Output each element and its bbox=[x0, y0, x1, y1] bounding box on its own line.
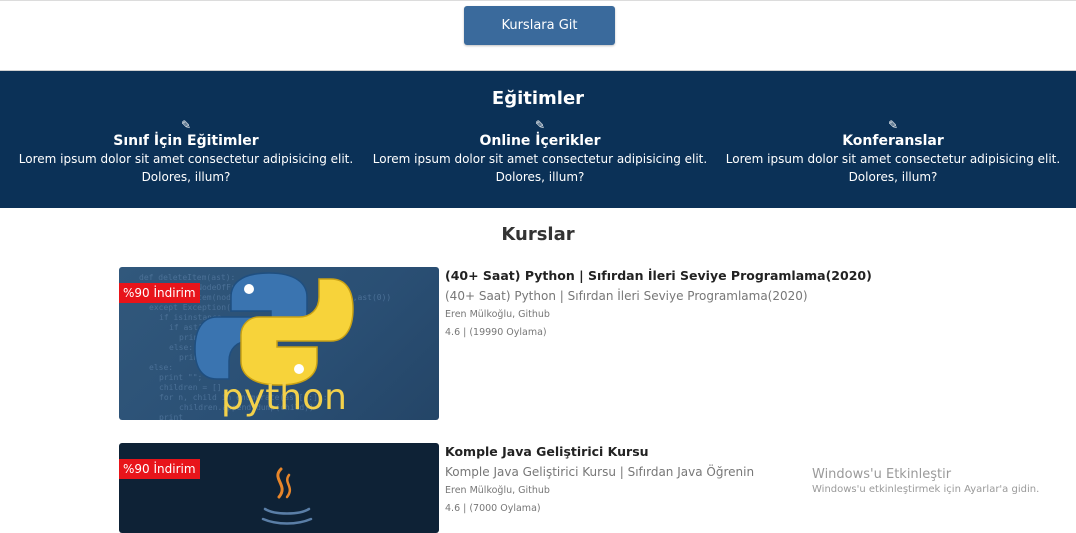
education-section: Eğitimler ✎ Sınıf İçin Eğitimler Lorem i… bbox=[0, 71, 1076, 208]
education-item-classroom: ✎ Sınıf İçin Eğitimler Lorem ipsum dolor… bbox=[16, 117, 356, 186]
pencil-icon: ✎ bbox=[534, 118, 546, 132]
pencil-icon: ✎ bbox=[887, 118, 899, 132]
education-item-title: Online İçerikler bbox=[479, 133, 601, 149]
course-author: Eren Mülkoğlu, Github bbox=[445, 309, 550, 320]
course-title[interactable]: Komple Java Geliştirici Kursu bbox=[445, 443, 885, 460]
course-subtitle: (40+ Saat) Python | Sıfırdan İleri Seviy… bbox=[445, 289, 808, 303]
top-bar: Kurslara Git bbox=[0, 0, 1076, 71]
course-card-python[interactable]: def deleteItem(ast): node = getNodeOfFra… bbox=[119, 267, 879, 420]
education-item-desc: Lorem ipsum dolor sit amet consectetur a… bbox=[725, 152, 1061, 166]
education-item-desc: Dolores, illum? bbox=[141, 170, 231, 184]
windows-activation-watermark: Windows'u Etkinleştir Windows'u etkinleş… bbox=[812, 466, 1039, 497]
course-info: (40+ Saat) Python | Sıfırdan İleri Seviy… bbox=[445, 267, 885, 341]
education-item-title: Konferanslar bbox=[842, 133, 944, 149]
education-item-desc: Lorem ipsum dolor sit amet consectetur a… bbox=[18, 152, 354, 166]
pencil-icon: ✎ bbox=[180, 118, 192, 132]
course-title[interactable]: (40+ Saat) Python | Sıfırdan İleri Seviy… bbox=[445, 267, 885, 284]
education-item-online: ✎ Online İçerikler Lorem ipsum dolor sit… bbox=[370, 117, 710, 186]
education-item-title: Sınıf İçin Eğitimler bbox=[113, 133, 259, 149]
course-rating: 4.6 | (19990 Oylama) bbox=[445, 327, 547, 338]
education-item-desc: Lorem ipsum dolor sit amet consectetur a… bbox=[372, 152, 708, 166]
watermark-subtitle: Windows'u etkinleştirmek için Ayarlar'a … bbox=[812, 484, 1040, 495]
education-item-conferences: ✎ Konferanslar Lorem ipsum dolor sit ame… bbox=[723, 117, 1063, 186]
python-wordmark: python bbox=[221, 377, 347, 418]
courses-title: Kurslar bbox=[501, 224, 575, 245]
discount-badge: %90 İndirim bbox=[119, 283, 200, 303]
education-title: Eğitimler bbox=[491, 88, 585, 109]
course-card-java[interactable]: %90 İndirim Komple Java Geliştirici Kurs… bbox=[119, 443, 879, 533]
go-to-courses-button[interactable]: Kurslara Git bbox=[464, 6, 615, 45]
education-item-desc: Dolores, illum? bbox=[848, 170, 938, 184]
java-logo-icon bbox=[261, 467, 313, 525]
course-thumbnail-python[interactable]: def deleteItem(ast): node = getNodeOfFra… bbox=[119, 267, 439, 420]
watermark-title: Windows'u Etkinleştir bbox=[812, 467, 952, 482]
course-thumbnail-java[interactable]: %90 İndirim bbox=[119, 443, 439, 533]
education-item-desc: Dolores, illum? bbox=[495, 170, 585, 184]
discount-badge: %90 İndirim bbox=[119, 459, 200, 479]
course-rating: 4.6 | (7000 Oylama) bbox=[445, 503, 541, 514]
